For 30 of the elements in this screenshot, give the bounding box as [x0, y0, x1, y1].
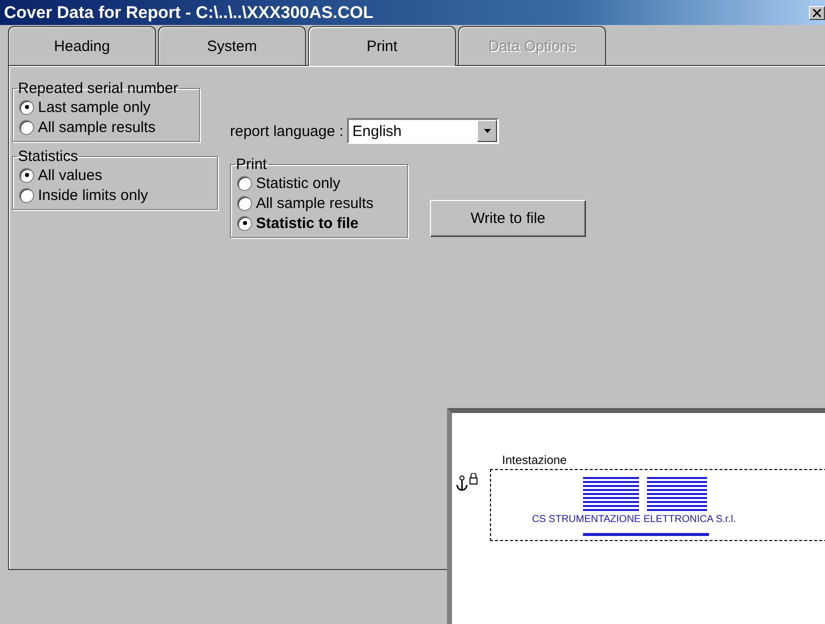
language-dropdown[interactable]: English [347, 118, 500, 144]
close-button[interactable] [809, 6, 825, 20]
radio-option[interactable]: All sample results [19, 117, 193, 137]
radio-option[interactable]: Statistic only [237, 173, 401, 193]
write-to-file-button[interactable]: Write to file [430, 200, 586, 237]
tab[interactable]: Heading [8, 26, 156, 65]
radio-option[interactable]: Statistic to file [237, 213, 401, 233]
radio-option[interactable]: All values [19, 165, 211, 185]
radio-button[interactable] [19, 120, 34, 134]
group-title: Repeated serial number [17, 80, 180, 97]
radio-button[interactable] [237, 176, 252, 190]
radio-option[interactable]: All sample results [237, 193, 401, 213]
tab[interactable]: Print [308, 26, 456, 66]
window-title: Cover Data for Report - C:\..\..\XXX300AS.COL [4, 2, 374, 22]
group-title: Statistics [17, 148, 80, 165]
tab[interactable]: System [158, 26, 306, 65]
company-name: CS STRUMENTAZIONE ELETTRONICA S.r.l. [532, 514, 736, 525]
caret-icon [484, 129, 491, 133]
close-icon [813, 8, 821, 16]
radio-button[interactable] [237, 196, 252, 210]
radio-button[interactable] [19, 188, 34, 202]
radio-option[interactable]: Inside limits only [19, 185, 211, 205]
radio-button[interactable] [237, 216, 252, 230]
section-label: Intestazione [502, 453, 567, 467]
group-title: Print [235, 156, 268, 173]
radio-button[interactable] [19, 168, 34, 182]
language-label: report language : [230, 122, 344, 140]
radio-option[interactable]: Last sample only [19, 97, 193, 117]
dropdown-button[interactable] [477, 120, 498, 142]
radio-button[interactable] [19, 100, 34, 114]
